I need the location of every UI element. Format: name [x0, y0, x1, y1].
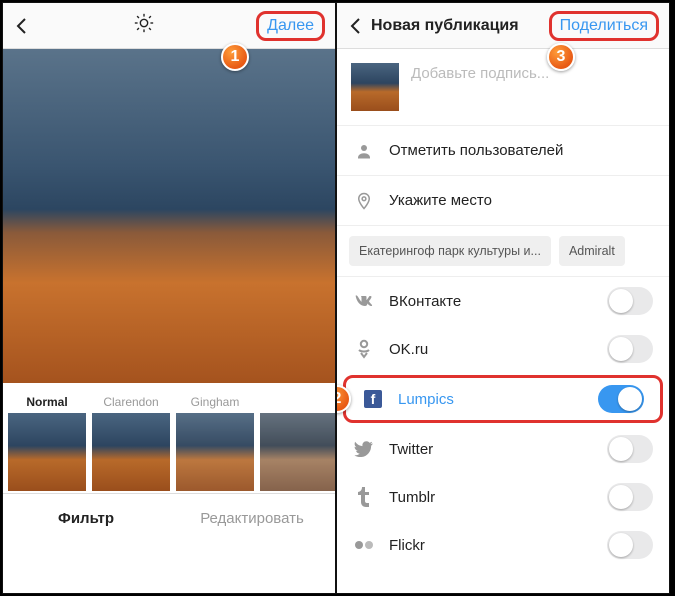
- filter-item[interactable]: Clarendon: [89, 391, 173, 493]
- publish-screen: Новая публикация Поделиться 3 Добавьте п…: [336, 2, 670, 594]
- social-label: Twitter: [389, 441, 593, 458]
- share-button[interactable]: Поделиться: [549, 11, 659, 41]
- pin-icon: [353, 191, 375, 211]
- location-label: Укажите место: [389, 192, 653, 209]
- social-row-tumblr[interactable]: Tumblr: [337, 473, 669, 521]
- ok-icon: [353, 339, 375, 359]
- caption-input[interactable]: Добавьте подпись...: [411, 63, 655, 111]
- filter-screen: Далее 1 Normal Clarendon Gingham Фильтр …: [2, 2, 336, 594]
- tab-filter[interactable]: Фильтр: [3, 494, 169, 543]
- social-label: Lumpics: [398, 391, 584, 408]
- location-chip[interactable]: Екатерингоф парк культуры и...: [349, 236, 551, 266]
- social-row-ok[interactable]: OK.ru: [337, 325, 669, 373]
- facebook-icon: f: [362, 390, 384, 408]
- location-row[interactable]: Укажите место: [337, 176, 669, 226]
- vk-icon: [353, 294, 375, 308]
- tag-users-row[interactable]: Отметить пользователей: [337, 126, 669, 176]
- social-label: Flickr: [389, 537, 593, 554]
- filter-strip[interactable]: Normal Clarendon Gingham: [3, 383, 335, 493]
- location-chips: Екатерингоф парк культуры и... Admiralt: [337, 226, 669, 277]
- social-label: Tumblr: [389, 489, 593, 506]
- brightness-icon[interactable]: [31, 12, 256, 39]
- filter-item[interactable]: Gingham: [173, 391, 257, 493]
- back-button[interactable]: [13, 17, 31, 35]
- tab-edit[interactable]: Редактировать: [169, 494, 335, 543]
- filter-item[interactable]: Normal: [5, 391, 89, 493]
- social-row-vk[interactable]: ВКонтакте: [337, 277, 669, 325]
- next-button[interactable]: Далее: [256, 11, 325, 41]
- social-row-twitter[interactable]: Twitter: [337, 425, 669, 473]
- toggle[interactable]: [607, 531, 653, 559]
- social-label: ВКонтакте: [389, 293, 593, 310]
- filter-item[interactable]: [257, 391, 335, 493]
- toggle[interactable]: [607, 483, 653, 511]
- page-title: Новая публикация: [365, 17, 549, 35]
- social-row-facebook[interactable]: f Lumpics: [343, 375, 663, 423]
- location-chip[interactable]: Admiralt: [559, 236, 625, 266]
- photo-thumb[interactable]: [351, 63, 399, 111]
- callout-badge-3: 3: [547, 43, 575, 71]
- photo-preview[interactable]: [3, 49, 335, 383]
- header: Далее 1: [3, 3, 335, 49]
- bottom-tabs: Фильтр Редактировать: [3, 493, 335, 543]
- back-button[interactable]: [347, 17, 365, 35]
- toggle[interactable]: [607, 335, 653, 363]
- person-icon: [353, 142, 375, 160]
- callout-badge-1: 1: [221, 43, 249, 71]
- caption-row: Добавьте подпись...: [337, 49, 669, 126]
- toggle[interactable]: [598, 385, 644, 413]
- twitter-icon: [353, 441, 375, 457]
- flickr-icon: [353, 539, 375, 551]
- toggle[interactable]: [607, 435, 653, 463]
- social-row-flickr[interactable]: Flickr: [337, 521, 669, 569]
- tag-users-label: Отметить пользователей: [389, 142, 653, 159]
- tumblr-icon: [353, 487, 375, 507]
- header: Новая публикация Поделиться 3: [337, 3, 669, 49]
- toggle[interactable]: [607, 287, 653, 315]
- social-label: OK.ru: [389, 341, 593, 358]
